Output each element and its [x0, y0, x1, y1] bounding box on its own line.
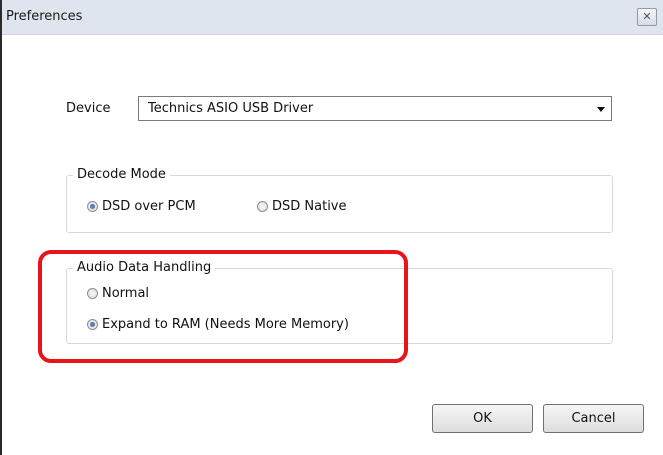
ok-button[interactable]: OK	[432, 404, 533, 433]
chevron-down-icon[interactable]	[597, 107, 605, 112]
device-label: Device	[66, 101, 111, 116]
preferences-dialog: Preferences ✕ Device Technics ASIO USB D…	[0, 0, 663, 455]
device-select[interactable]: Technics ASIO USB Driver	[138, 96, 612, 121]
radio-dsd-native[interactable]: DSD Native	[257, 199, 347, 214]
radio-label: DSD over PCM	[102, 199, 196, 214]
radio-label: DSD Native	[272, 199, 347, 214]
radio-unchecked-icon[interactable]	[257, 201, 268, 212]
title-bar: Preferences ✕	[2, 0, 663, 35]
cancel-button[interactable]: Cancel	[543, 404, 644, 433]
radio-dsd-over-pcm[interactable]: DSD over PCM	[87, 199, 196, 214]
decode-mode-legend: Decode Mode	[73, 167, 170, 182]
close-icon[interactable]: ✕	[637, 8, 657, 26]
radio-checked-icon[interactable]	[87, 201, 98, 212]
device-select-value: Technics ASIO USB Driver	[148, 101, 314, 116]
highlight-annotation	[38, 250, 408, 363]
window-edge	[0, 0, 2, 455]
window-title: Preferences	[6, 9, 83, 24]
